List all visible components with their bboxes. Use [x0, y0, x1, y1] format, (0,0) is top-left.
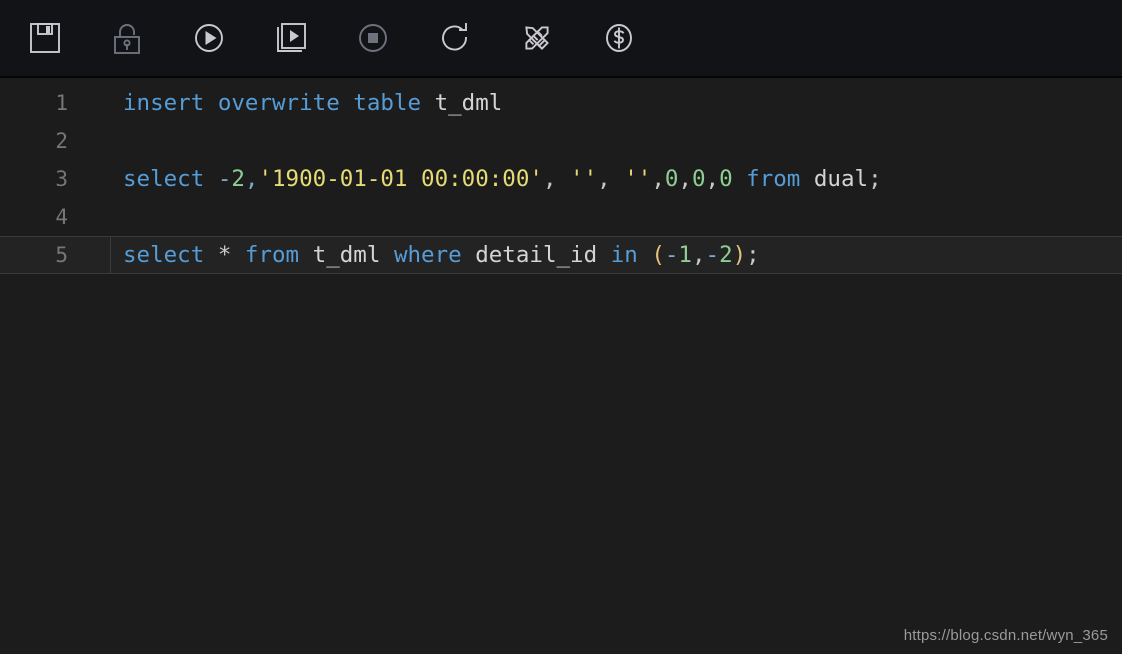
token-punc: [204, 166, 218, 192]
token-kw: from: [746, 166, 801, 192]
line-number: 1: [55, 91, 68, 115]
token-punc: ;: [868, 166, 882, 192]
token-punc: ,: [597, 166, 625, 192]
line-number: 4: [55, 205, 68, 229]
token-punc: ,: [691, 242, 706, 268]
dollar-circle-icon: [599, 18, 639, 58]
code-line[interactable]: 1 insert overwrite table t_dml: [0, 84, 1122, 122]
code-editor[interactable]: 1 insert overwrite table t_dml 2 3 select -2…: [0, 78, 1122, 654]
token-punc: [462, 242, 476, 268]
token-punc: ;: [746, 242, 760, 268]
token-kw: from: [244, 242, 300, 268]
token-ident: t_dml: [434, 90, 503, 116]
token-punc: [421, 90, 435, 116]
code-line[interactable]: 3 select -2,'1900-01-01 00:00:00', '', ''…: [0, 160, 1122, 198]
token-punc: [733, 166, 747, 192]
token-kw: in: [610, 242, 638, 268]
token-kw: where: [393, 242, 462, 268]
token-num: 1: [678, 242, 692, 268]
play-circle-icon: [189, 18, 229, 58]
token-ident: dual: [813, 166, 869, 192]
code-line[interactable]: 5 select * from t_dml where detail_id in …: [0, 236, 1122, 274]
code-lines[interactable]: 1 insert overwrite table t_dml 2 3 select -2…: [0, 78, 1122, 274]
token-kw: select: [123, 166, 205, 192]
line-number: 3: [55, 167, 68, 191]
pencil-ruler-icon: [517, 18, 557, 58]
token-punc: [231, 242, 245, 268]
token-punc: [638, 242, 652, 268]
code-text[interactable]: insert overwrite table t_dml: [123, 84, 1122, 122]
padlock-icon: [107, 18, 147, 58]
token-punc: [204, 90, 218, 116]
token-punc: ,: [651, 166, 665, 192]
token-op: -: [664, 242, 679, 268]
token-num: 0: [691, 166, 706, 192]
token-kw: table: [353, 90, 422, 116]
token-str: '1900-01-01 00:00:00': [258, 166, 543, 192]
token-op: -: [217, 166, 232, 192]
token-paren: (: [651, 242, 665, 268]
refresh-icon: [435, 18, 475, 58]
code-line[interactable]: 2: [0, 122, 1122, 160]
line-number: 5: [55, 243, 68, 267]
code-text[interactable]: select * from t_dml where detail_id in (…: [123, 236, 1122, 274]
token-num: 2: [719, 242, 733, 268]
code-text[interactable]: select -2,'1900-01-01 00:00:00', '', '',…: [123, 160, 1122, 198]
token-punc: [380, 242, 394, 268]
token-kw: select: [123, 242, 205, 268]
token-punc: ,: [678, 166, 692, 192]
cost-button[interactable]: [595, 14, 643, 62]
token-num: 0: [719, 166, 733, 192]
run-script-button[interactable]: [267, 14, 315, 62]
token-op: ,: [244, 166, 259, 192]
token-op: -: [705, 242, 720, 268]
save-button[interactable]: [21, 14, 69, 62]
stop-button[interactable]: [349, 14, 397, 62]
token-num: 0: [664, 166, 679, 192]
code-line[interactable]: 4: [0, 198, 1122, 236]
token-punc: [340, 90, 354, 116]
token-punc: ,: [542, 166, 571, 192]
sql-editor-window: 1 insert overwrite table t_dml 2 3 select -2…: [0, 0, 1122, 654]
token-punc: [299, 242, 313, 268]
format-button[interactable]: [513, 14, 561, 62]
token-str: '': [570, 166, 598, 192]
token-punc: [800, 166, 814, 192]
editor-toolbar: [0, 0, 1122, 78]
line-number: 2: [55, 129, 68, 153]
refresh-button[interactable]: [431, 14, 479, 62]
token-punc: [597, 242, 611, 268]
run-button[interactable]: [185, 14, 233, 62]
token-punc: ,: [705, 166, 720, 192]
lock-button[interactable]: [103, 14, 151, 62]
token-punc: *: [217, 242, 232, 268]
watermark-text: https://blog.csdn.net/wyn_365: [903, 627, 1108, 644]
token-str: '': [624, 166, 652, 192]
token-ident: detail_id: [475, 242, 598, 268]
token-kw: overwrite: [217, 90, 340, 116]
token-kw: insert: [123, 90, 205, 116]
play-square-icon: [271, 18, 311, 58]
floppy-disk-icon: [25, 18, 65, 58]
stop-circle-icon: [353, 18, 393, 58]
token-punc: [204, 242, 218, 268]
token-num: 2: [231, 166, 245, 192]
token-ident: t_dml: [312, 242, 381, 268]
token-paren: ): [732, 242, 747, 268]
